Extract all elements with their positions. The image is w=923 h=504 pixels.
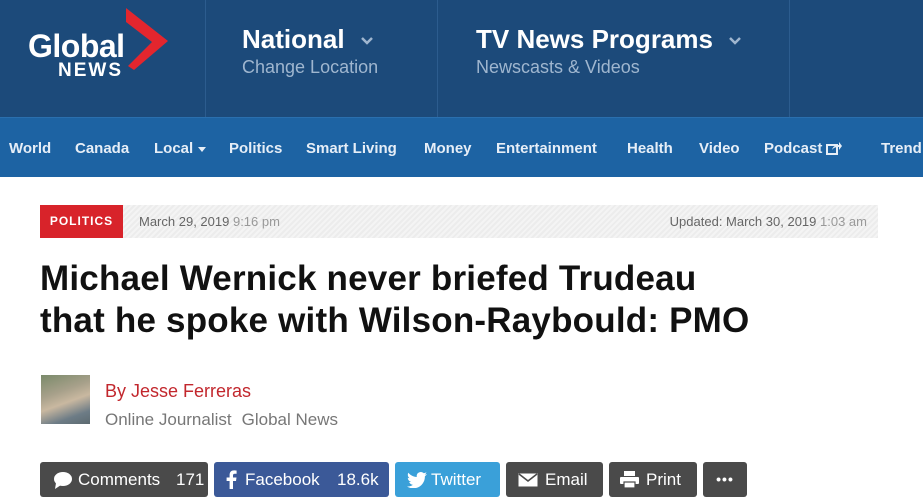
region-title: National bbox=[242, 24, 345, 54]
nav-item-label: Podcast bbox=[764, 140, 823, 157]
published-date: March 29, 2019 9:16 pm bbox=[139, 214, 280, 229]
chevron-down-icon bbox=[729, 37, 742, 45]
twitter-label: Twitter bbox=[431, 470, 482, 489]
nav-item-smart-living[interactable]: Smart Living bbox=[306, 140, 397, 157]
external-share-icon bbox=[826, 142, 843, 155]
nav-item-politics[interactable]: Politics bbox=[229, 140, 282, 157]
facebook-icon bbox=[226, 470, 237, 489]
article-headline: Michael Wernick never briefed Trudeau th… bbox=[40, 258, 900, 342]
nav-item-label: Local bbox=[154, 140, 194, 157]
main-nav: World Canada Local Politics Smart Living… bbox=[0, 117, 923, 177]
published-time: 9:16 pm bbox=[232, 214, 280, 229]
nav-item-trending[interactable]: Trend bbox=[881, 140, 922, 157]
updated-time: 1:03 am bbox=[820, 214, 867, 229]
nav-item-local[interactable]: Local bbox=[154, 140, 207, 157]
author-outlet: Global News bbox=[241, 410, 338, 429]
nav-item-money[interactable]: Money bbox=[424, 140, 472, 157]
caret-down-icon bbox=[198, 146, 207, 152]
twitter-share-button[interactable]: Twitter bbox=[395, 462, 500, 497]
envelope-icon bbox=[518, 473, 538, 487]
site-header: Global NEWS National Change Location TV … bbox=[0, 0, 923, 117]
twitter-bird-icon bbox=[407, 472, 427, 488]
print-button[interactable]: Print bbox=[609, 462, 697, 497]
header-divider bbox=[437, 0, 438, 117]
global-news-logo[interactable]: Global NEWS bbox=[0, 0, 205, 117]
nav-item-podcast[interactable]: Podcast bbox=[764, 140, 843, 157]
author-avatar[interactable] bbox=[41, 375, 90, 424]
programs-title: TV News Programs bbox=[476, 24, 713, 54]
published-date-text: March 29, 2019 bbox=[139, 214, 230, 229]
comments-label: Comments bbox=[78, 470, 161, 489]
nav-item-health[interactable]: Health bbox=[627, 140, 673, 157]
print-label: Print bbox=[646, 470, 681, 489]
header-divider bbox=[789, 0, 790, 117]
author-byline[interactable]: By Jesse Ferreras bbox=[105, 381, 251, 402]
programs-subtitle: Newscasts & Videos bbox=[476, 57, 640, 77]
headline-line-2: that he spoke with Wilson-Raybould: PMO bbox=[40, 301, 750, 340]
speech-bubble-icon bbox=[54, 472, 72, 489]
nav-item-entertainment[interactable]: Entertainment bbox=[496, 140, 597, 157]
headline-line-1: Michael Wernick never briefed Trudeau bbox=[40, 259, 697, 298]
facebook-label: Facebook bbox=[245, 470, 320, 489]
nav-item-world[interactable]: World bbox=[9, 140, 51, 157]
comments-button[interactable]: Comments 171 bbox=[40, 462, 208, 497]
region-subtitle: Change Location bbox=[242, 57, 379, 77]
email-label: Email bbox=[545, 470, 588, 489]
more-options-button[interactable]: ••• bbox=[703, 462, 747, 497]
email-share-button[interactable]: Email bbox=[506, 462, 603, 497]
comments-count: 171 bbox=[176, 470, 205, 489]
author-role: Online Journalist Global News bbox=[105, 410, 348, 430]
header-divider bbox=[205, 0, 206, 117]
logo-wordmark-news: NEWS bbox=[58, 60, 123, 81]
printer-icon bbox=[620, 471, 639, 488]
facebook-share-button[interactable]: Facebook 18.6k bbox=[214, 462, 389, 497]
updated-date-text: Updated: March 30, 2019 bbox=[669, 214, 817, 229]
category-badge[interactable]: POLITICS bbox=[40, 205, 123, 238]
chevron-down-icon bbox=[360, 37, 373, 45]
nav-item-video[interactable]: Video bbox=[699, 140, 740, 157]
logo-chevron-icon bbox=[126, 8, 168, 70]
author-title: Online Journalist bbox=[105, 410, 232, 429]
updated-date: Updated: March 30, 2019 1:03 am bbox=[670, 214, 867, 229]
nav-item-canada[interactable]: Canada bbox=[75, 140, 129, 157]
facebook-count: 18.6k bbox=[337, 470, 379, 489]
